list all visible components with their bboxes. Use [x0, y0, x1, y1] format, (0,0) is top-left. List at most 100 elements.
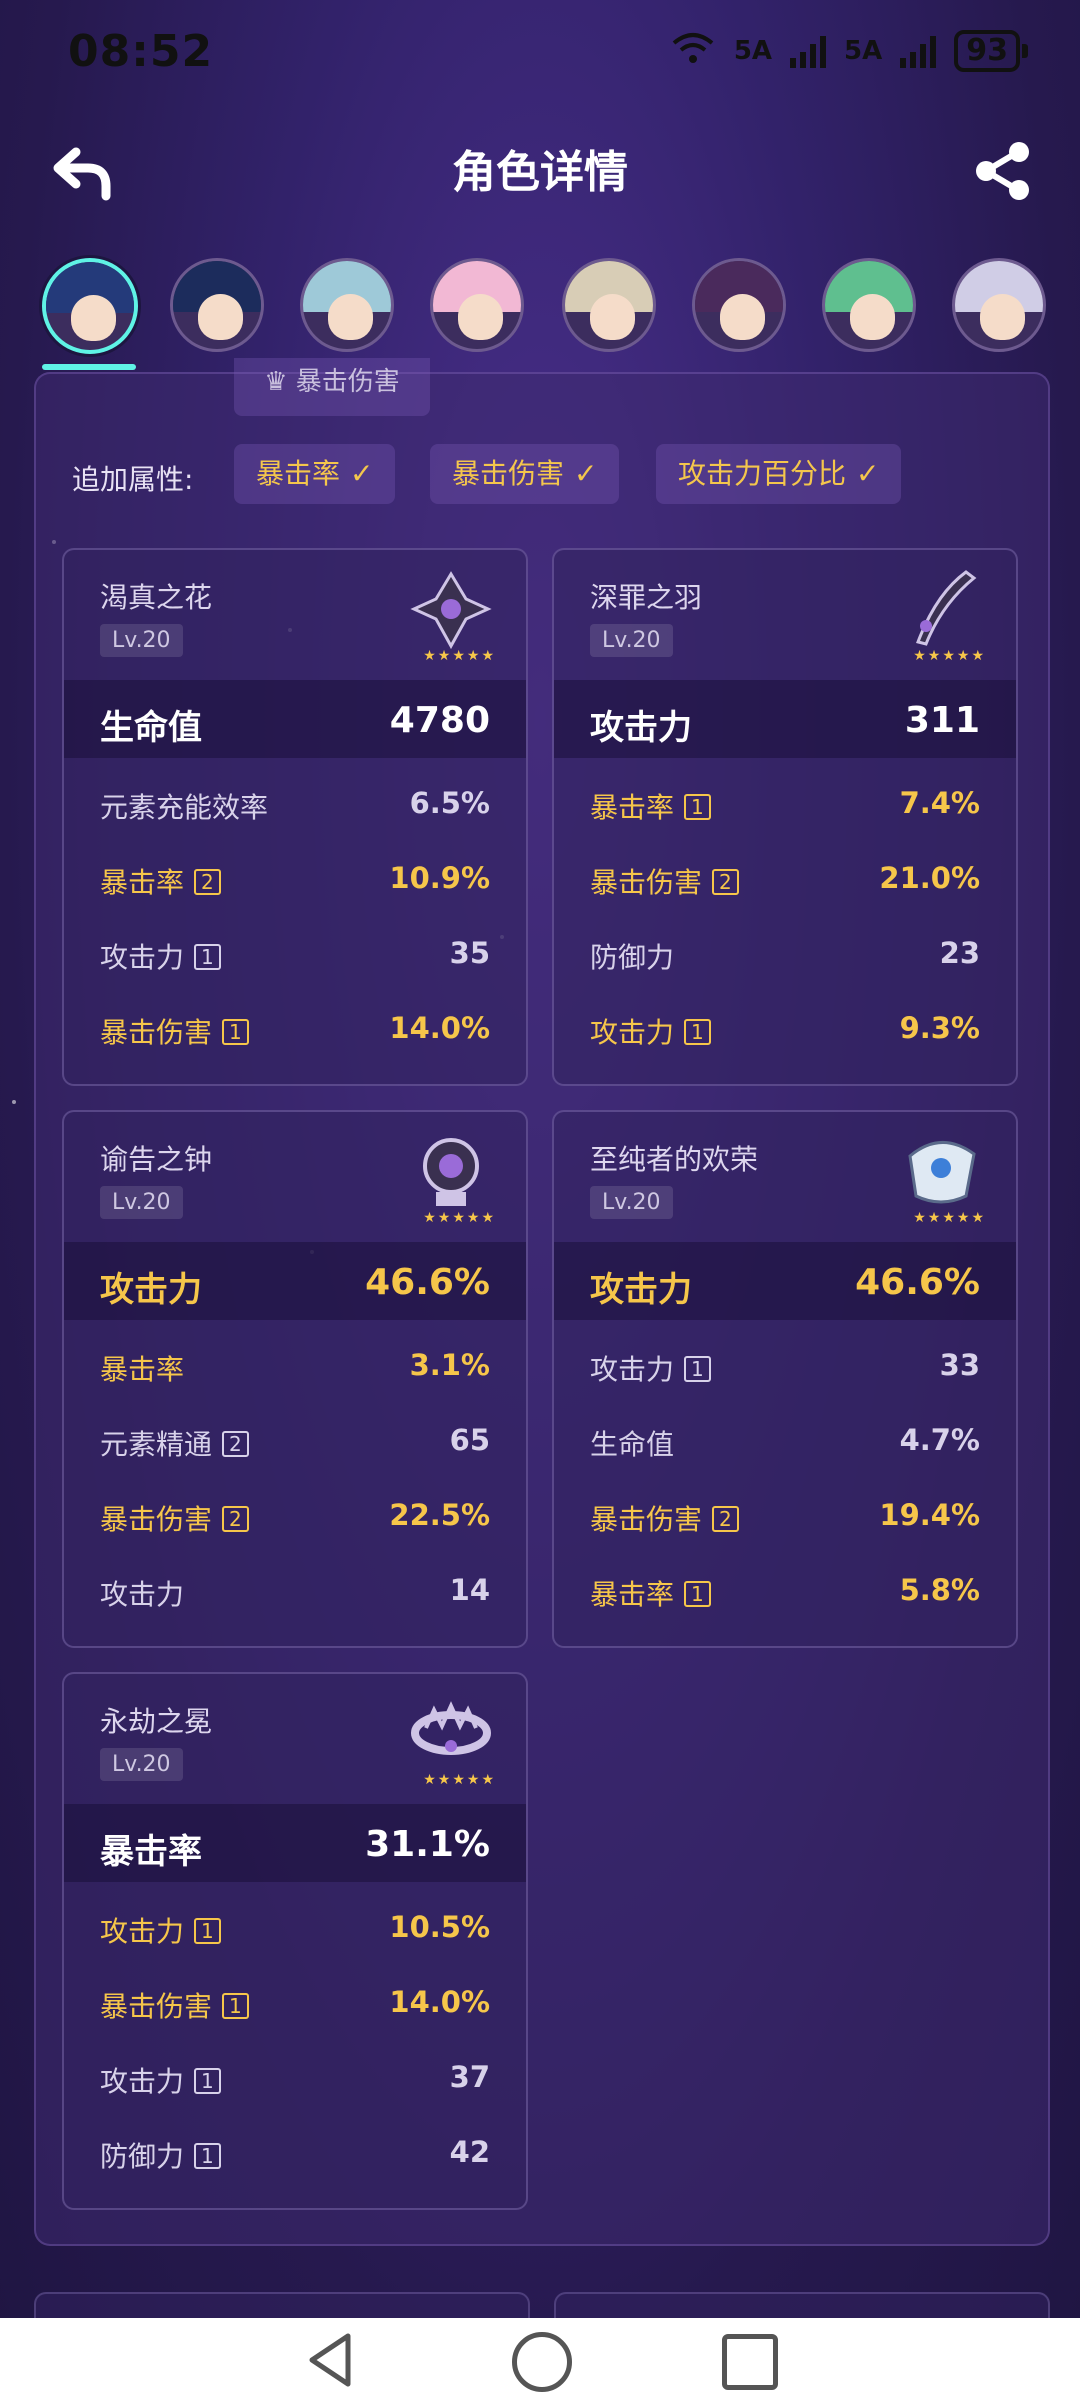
upgrade-count-badge: 2 [712, 869, 739, 895]
main-stat-name: 攻击力 [100, 1270, 202, 1310]
sub-stat-name-wrap: 攻击力 1 [590, 1011, 711, 1051]
sub-stat-name: 攻击力 [590, 1353, 675, 1386]
artifact-card[interactable]: 深罪之羽 Lv.20 ★★★★★ 攻击力 311 暴击率 1 7.4% 暴击伤害 2 21.0% 防御… [552, 548, 1018, 1086]
avatar-face [719, 294, 766, 341]
sub-stat-row: 攻击力 1 37 [64, 2046, 526, 2106]
sub-stat-name-wrap: 攻击力 1 [100, 936, 221, 976]
sub-stat-name-wrap: 暴击伤害 2 [100, 1498, 249, 1538]
artifact-card[interactable]: 至纯者的欢荣 Lv.20 ★★★★★ 攻击力 46.6% 攻击力 1 33 生命值 4.7% 暴击伤… [552, 1110, 1018, 1648]
avatar-face [979, 294, 1026, 341]
nav-home-button[interactable] [512, 2332, 572, 2392]
selected-indicator [42, 364, 136, 370]
artifact-name: 至纯者的欢荣 [590, 1143, 759, 1176]
main-stat-value: 46.6% [855, 1262, 980, 1303]
sub-stat-name: 暴击率 [590, 791, 675, 824]
sub-stat-row: 攻击力 1 10.5% [64, 1896, 526, 1956]
check-icon: ✓ [856, 457, 880, 490]
rarity-stars-icon: ★★★★★ [423, 1772, 496, 1788]
triangle-back-icon [309, 2333, 351, 2387]
share-button[interactable] [972, 140, 1034, 202]
artifact-name: 深罪之羽 [590, 581, 703, 614]
sub-stat-name-wrap: 暴击伤害 1 [100, 1985, 249, 2025]
sub-stat-name: 暴击伤害 [100, 1016, 213, 1049]
sub-stat-value: 33 [939, 1348, 980, 1382]
artifact-level: Lv.20 [100, 1748, 183, 1781]
app-header: 角色详情 [0, 120, 1080, 220]
sub-stat-value: 14.0% [389, 1011, 490, 1045]
avatar-7[interactable] [822, 258, 916, 352]
extra-chip-atk-percent[interactable]: 攻击力百分比 ✓ [656, 444, 902, 504]
sub-stat-name: 攻击力 [100, 1915, 185, 1948]
sub-stat-name: 攻击力 [100, 2065, 185, 2098]
artifact-card[interactable]: 永劫之冕 Lv.20 ★★★★★ 暴击率 31.1% 攻击力 1 10.5% 暴击伤害 1 14.0… [62, 1672, 528, 2210]
avatar-1[interactable] [42, 258, 138, 354]
sub-stat-row: 攻击力 14 [64, 1559, 526, 1619]
extra-chip-crit-damage[interactable]: 暴击伤害 ✓ [430, 444, 620, 504]
artifact-card[interactable]: 渴真之花 Lv.20 ★★★★★ 生命值 4780 元素充能效率 6.5% 暴击率 2 10.9%… [62, 548, 528, 1086]
main-stat-row: 攻击力 311 [554, 680, 1016, 758]
upgrade-count-badge: 2 [194, 869, 221, 895]
avatar-4[interactable] [430, 258, 524, 352]
sub-stat-value: 5.8% [899, 1573, 980, 1607]
artifact-level: Lv.20 [100, 624, 183, 657]
sub-stat-name: 元素充能效率 [100, 791, 269, 824]
rarity-stars-icon: ★★★★★ [913, 1210, 986, 1226]
signal-1-icon [790, 34, 827, 68]
avatar-2[interactable] [170, 258, 264, 352]
artifact-image-icon [406, 564, 496, 654]
status-icons: 5A 5A 93 [670, 30, 1028, 72]
sub-stat-name-wrap: 防御力 [590, 936, 674, 976]
status-time: 08:52 [68, 26, 214, 77]
sub-stat-name-wrap: 攻击力 [100, 1573, 184, 1613]
main-stat-row: 攻击力 46.6% [554, 1242, 1016, 1320]
sub-stat-name-wrap: 暴击率 1 [590, 1573, 711, 1613]
star-decoration [12, 1100, 16, 1104]
artifact-level: Lv.20 [590, 1186, 673, 1219]
avatar-5[interactable] [562, 258, 656, 352]
avatar-3[interactable] [300, 258, 394, 352]
artifact-image-icon [406, 1688, 496, 1778]
battery-indicator: 93 [954, 30, 1028, 72]
main-stat-row: 生命值 4780 [64, 680, 526, 758]
signal-2-icon [900, 34, 937, 68]
sub-stat-row: 防御力 1 42 [64, 2121, 526, 2181]
artifact-name: 永劫之冕 [100, 1705, 213, 1738]
extra-chip-crit-rate[interactable]: 暴击率 ✓ [234, 444, 396, 504]
sub-stat-name: 暴击伤害 [590, 866, 703, 899]
sub-stat-row: 暴击率 3.1% [64, 1334, 526, 1394]
sub-stat-name-wrap: 防御力 1 [100, 2135, 221, 2175]
upgrade-count-badge: 1 [194, 2068, 221, 2094]
sub-stat-value: 14 [449, 1573, 490, 1607]
sub-stat-name: 暴击率 [100, 866, 185, 899]
wifi-icon [670, 31, 716, 72]
main-stat-value: 46.6% [365, 1262, 490, 1303]
sub-stat-value: 37 [449, 2060, 490, 2094]
upgrade-count-badge: 1 [222, 1019, 249, 1045]
artifact-name: 渴真之花 [100, 581, 213, 614]
sub-stat-row: 攻击力 1 35 [64, 922, 526, 982]
sub-stat-value: 7.4% [899, 786, 980, 820]
nav-back-button[interactable] [302, 2330, 358, 2390]
artifact-card[interactable]: 谕告之钟 Lv.20 ★★★★★ 攻击力 46.6% 暴击率 3.1% 元素精通 2 65 暴击伤害… [62, 1110, 528, 1648]
upgrade-count-badge: 1 [222, 1993, 249, 2019]
character-selector [0, 252, 1080, 382]
sub-stat-name: 暴击伤害 [590, 1503, 703, 1536]
sub-stat-value: 9.3% [899, 1011, 980, 1045]
main-stat-row: 暴击率 31.1% [64, 1804, 526, 1882]
sub-stat-value: 10.5% [389, 1910, 490, 1944]
artifact-image-icon [896, 1126, 986, 1216]
sub-stat-row: 元素精通 2 65 [64, 1409, 526, 1469]
sub-stat-name: 防御力 [100, 2140, 185, 2173]
sub-stat-value: 19.4% [879, 1498, 980, 1532]
sub-stat-name: 攻击力 [100, 941, 185, 974]
artifact-image-icon [406, 1126, 496, 1216]
previous-stat-chip: ♛ 暴击伤害 [234, 358, 430, 416]
sub-stat-row: 防御力 23 [554, 922, 1016, 982]
avatar-8[interactable] [952, 258, 1046, 352]
sub-stat-row: 暴击率 2 10.9% [64, 847, 526, 907]
nav-recents-button[interactable] [722, 2334, 778, 2390]
rarity-stars-icon: ★★★★★ [423, 1210, 496, 1226]
upgrade-count-badge: 1 [194, 2143, 221, 2169]
avatar-face [70, 295, 117, 342]
avatar-6[interactable] [692, 258, 786, 352]
